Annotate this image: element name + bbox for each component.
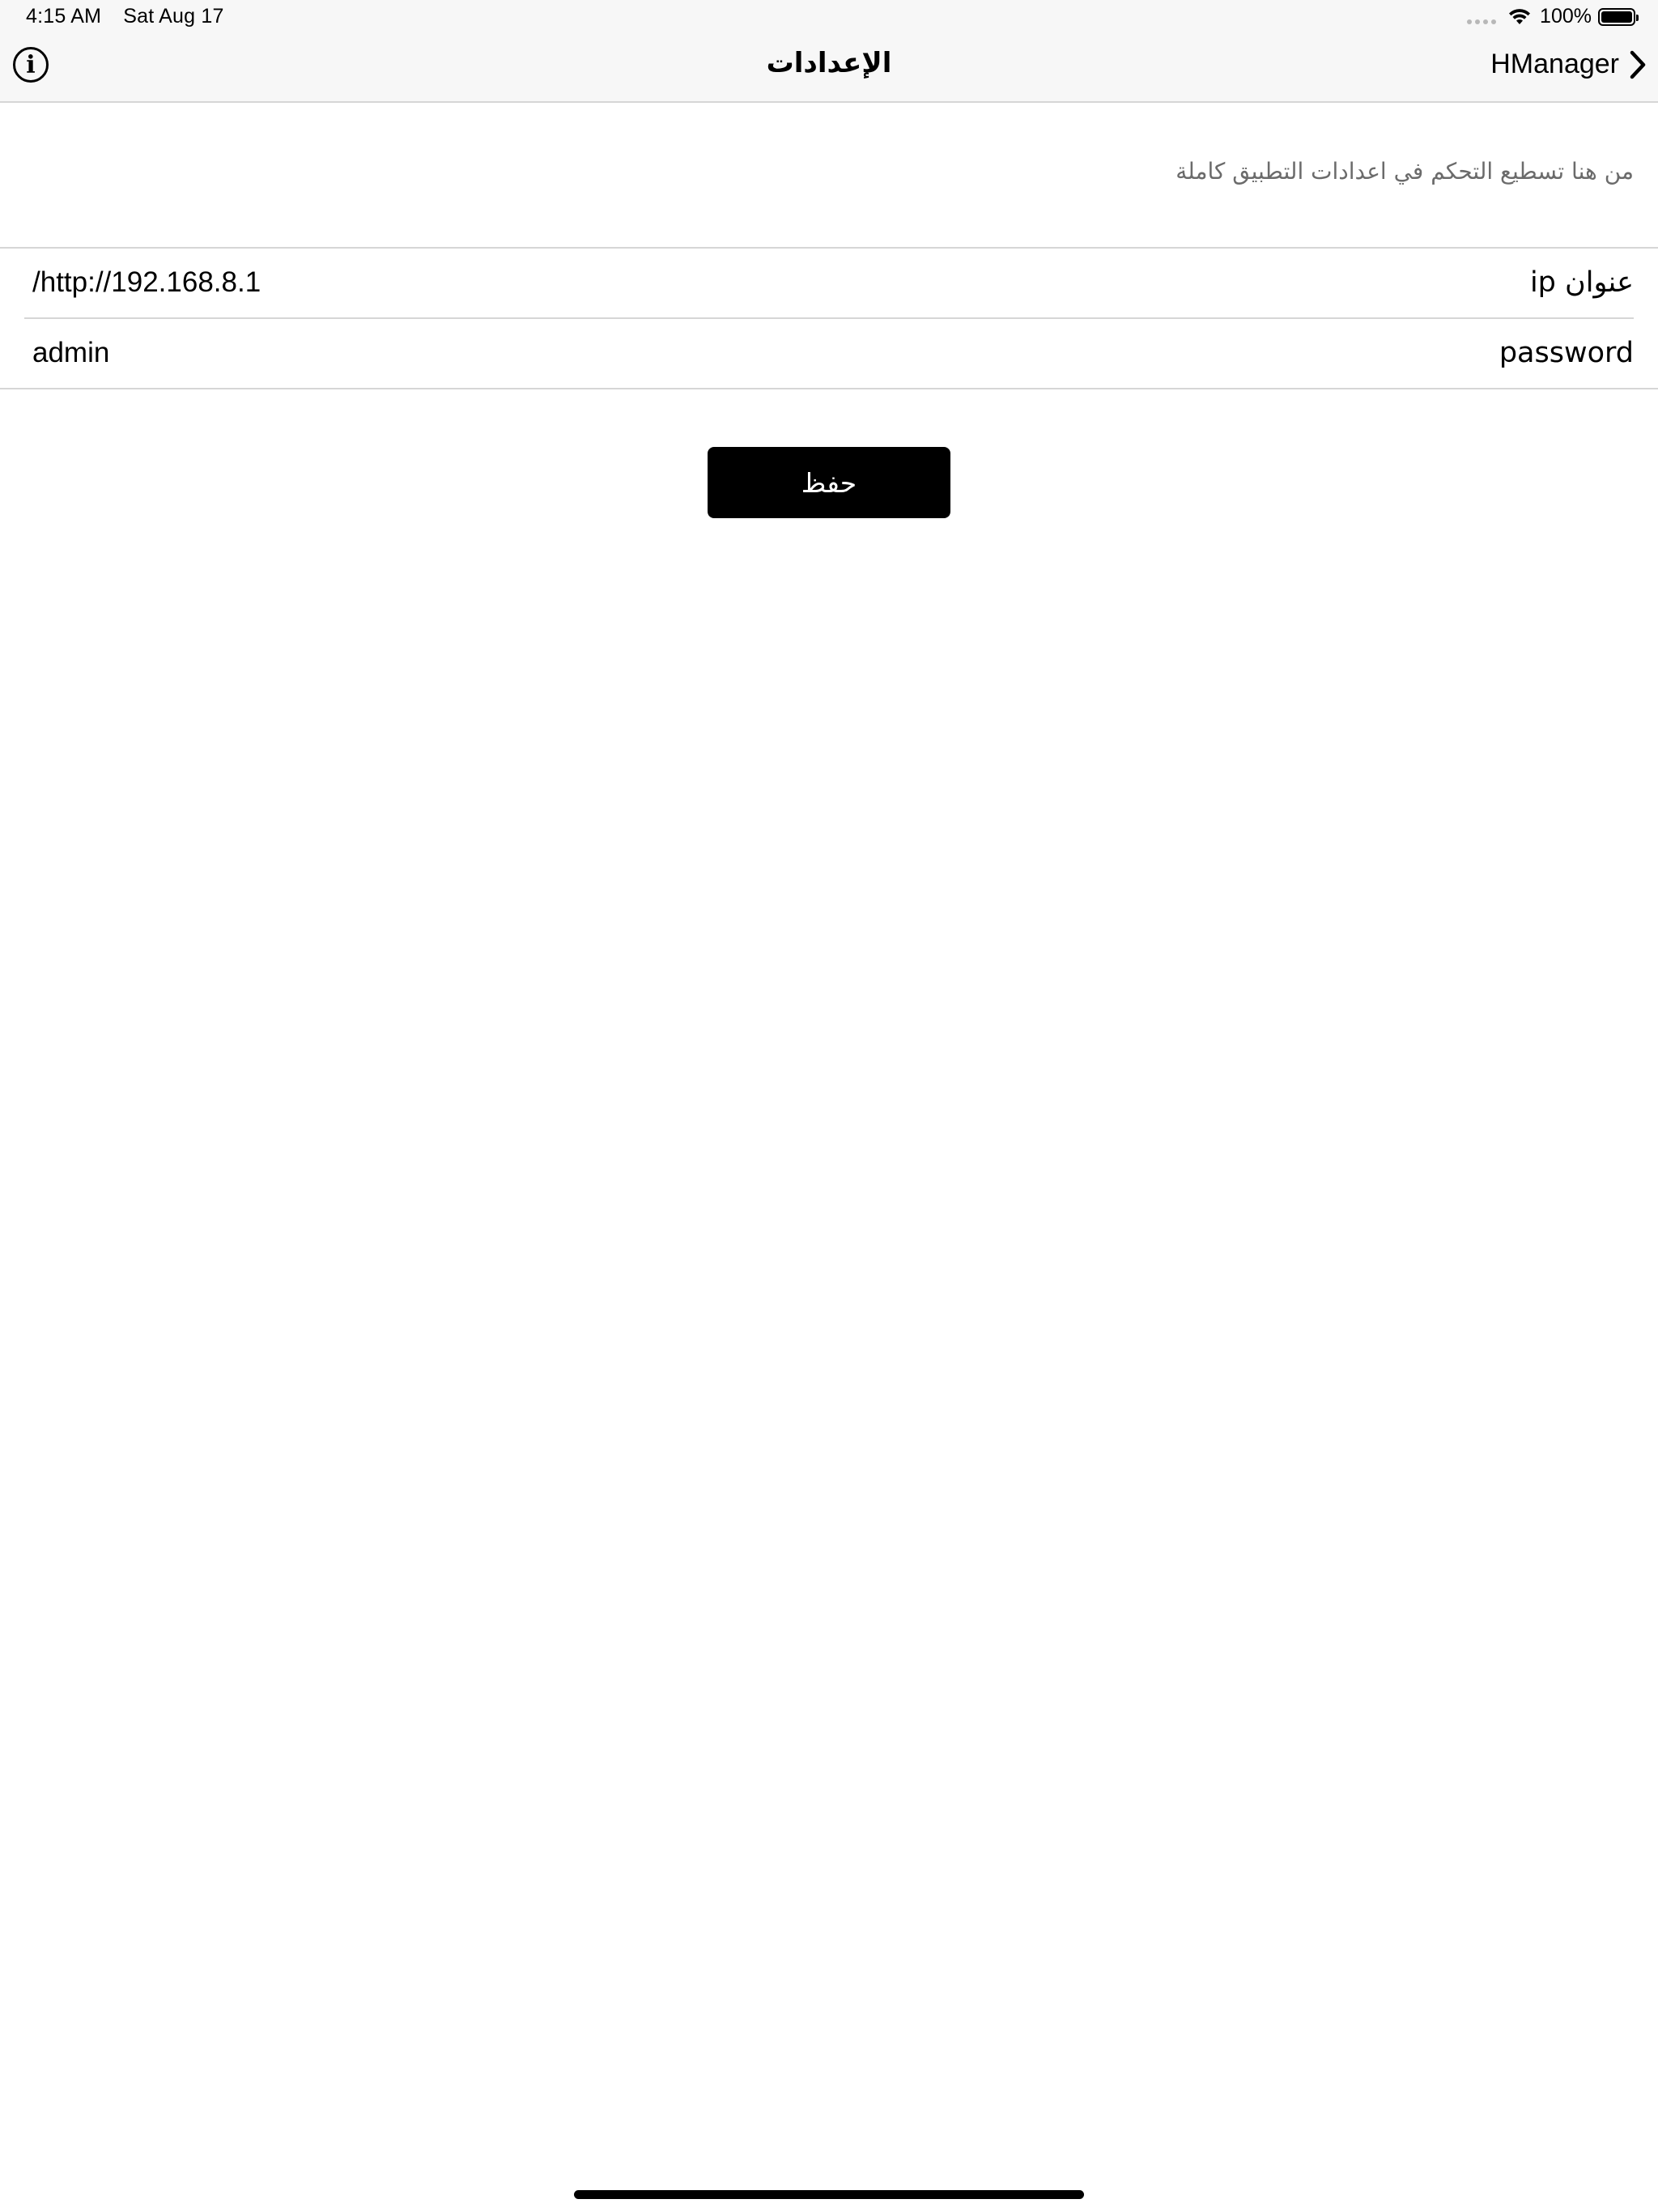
save-button[interactable]: حفظ — [708, 447, 950, 518]
chevron-right-icon — [1630, 50, 1646, 79]
password-label: password — [1499, 337, 1634, 369]
settings-description-section: من هنا تسطيع التحكم في اعدادات التطبيق ك… — [0, 103, 1658, 249]
cellular-signal-icon — [1467, 19, 1497, 24]
hmanager-nav-label: HManager — [1490, 49, 1619, 79]
home-indicator[interactable] — [574, 2190, 1084, 2199]
status-indicators: 100% — [1467, 5, 1639, 28]
password-row: password — [0, 319, 1658, 389]
navigation-bar: i الإعدادات HManager — [0, 32, 1658, 103]
ip-address-label: عنوان ip — [1529, 266, 1634, 299]
settings-description: من هنا تسطيع التحكم في اعدادات التطبيق ك… — [1175, 158, 1634, 185]
status-time: 4:15 AM — [26, 5, 102, 28]
hmanager-nav-button[interactable]: HManager — [1490, 49, 1647, 80]
password-input[interactable] — [32, 330, 1247, 376]
status-date: Sat Aug 17 — [123, 5, 224, 28]
status-bar: 4:15 AM Sat Aug 17 100% — [0, 0, 1658, 32]
ip-address-row: عنوان ip — [0, 249, 1658, 319]
battery-percentage: 100% — [1540, 5, 1592, 28]
save-button-label: حفظ — [801, 466, 857, 499]
wifi-icon — [1509, 8, 1531, 24]
page-title: الإعدادات — [766, 47, 892, 79]
battery-icon — [1598, 7, 1639, 26]
ip-address-input[interactable] — [32, 260, 1247, 305]
status-time-date: 4:15 AM Sat Aug 17 — [26, 5, 240, 28]
